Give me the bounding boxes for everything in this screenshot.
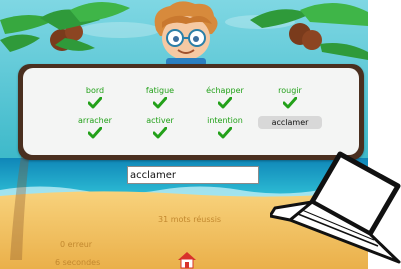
home-icon (178, 252, 196, 269)
word-label: bord (85, 86, 105, 95)
check-icon (153, 127, 167, 139)
home-button[interactable] (176, 251, 198, 269)
word-item: rougir (255, 86, 325, 109)
elapsed-time: 6 secondes (55, 258, 101, 267)
word-input[interactable] (127, 166, 259, 184)
word-board-panel: bord fatigue échapper rougir arracher ac… (23, 68, 359, 155)
current-word-item: acclamer (255, 116, 325, 129)
check-icon (218, 127, 232, 139)
word-item: échapper (190, 86, 260, 109)
word-label: rougir (278, 86, 302, 95)
word-label: échapper (206, 86, 244, 95)
word-label: fatigue (145, 86, 175, 95)
word-item: fatigue (125, 86, 195, 109)
word-item: arracher (60, 116, 130, 139)
word-label: intention (207, 116, 243, 125)
word-item: activer (125, 116, 195, 139)
word-item: intention (190, 116, 260, 139)
check-icon (153, 97, 167, 109)
check-icon (88, 97, 102, 109)
laptop-icon (270, 151, 401, 264)
word-label: activer (146, 116, 174, 125)
success-count: 31 mots réussis (158, 215, 222, 224)
word-item: bord (60, 86, 130, 109)
word-board: bord fatigue échapper rougir arracher ac… (18, 64, 364, 160)
check-icon (283, 97, 297, 109)
word-label: arracher (78, 116, 112, 125)
check-icon (88, 127, 102, 139)
current-word-label: acclamer (258, 116, 322, 129)
check-icon (218, 97, 232, 109)
error-count: 0 erreur (60, 240, 93, 249)
